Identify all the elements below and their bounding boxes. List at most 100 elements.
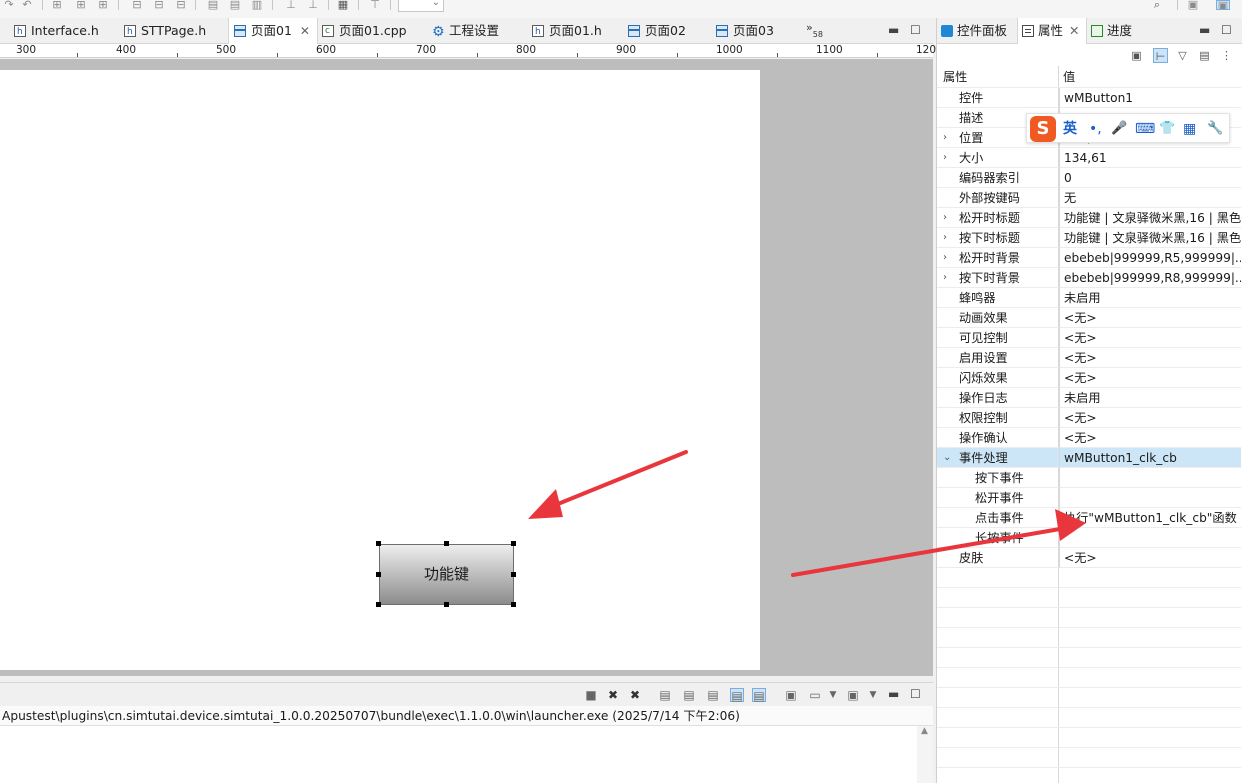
filter-icon[interactable]: ⊤ [368, 0, 382, 10]
pin-icon[interactable]: ▣ [1129, 48, 1144, 63]
property-value[interactable]: wMButton1_clk_cb [1059, 448, 1241, 468]
property-value[interactable]: <无> [1059, 548, 1241, 568]
tab-overflow[interactable]: »58 [806, 21, 823, 39]
resize-handle[interactable] [376, 602, 381, 607]
zoom-combo[interactable]: ⌄ [398, 0, 444, 12]
property-value[interactable]: 功能键 | 文泉驿微米黑,16 | 黑色 [1059, 228, 1241, 248]
new-console-icon[interactable]: ▣ [846, 688, 860, 702]
view-menu-icon[interactable]: ⋮ [1219, 48, 1234, 63]
align-center-icon[interactable]: ⊞ [74, 0, 88, 10]
scroll-lock-icon[interactable]: ▤ [682, 688, 696, 702]
property-value[interactable] [1059, 468, 1241, 488]
tab-project-settings[interactable]: ⚙ 工程设置 [432, 18, 528, 44]
property-value[interactable]: <无> [1059, 348, 1241, 368]
property-row[interactable]: 启用设置 <无> [937, 348, 1241, 368]
property-row[interactable]: 操作确认 <无> [937, 428, 1241, 448]
maximize-button[interactable]: ☐ [1221, 24, 1232, 36]
console-scrollbar[interactable]: ▲ [917, 726, 933, 783]
perspective-active-icon[interactable]: ▣ [1216, 0, 1230, 10]
resize-handle[interactable] [376, 572, 381, 577]
toolbox-icon[interactable]: ▦ [1183, 121, 1196, 137]
tab-page01[interactable]: 页面01 ✕ [228, 18, 318, 44]
display-console-icon[interactable]: ▭ [808, 688, 822, 702]
distribute-icon[interactable]: ⊟ [152, 0, 166, 10]
skin-icon[interactable]: 👕 [1159, 121, 1175, 137]
tools-icon[interactable]: 🔧 [1207, 121, 1223, 137]
property-value[interactable] [1059, 488, 1241, 508]
property-row[interactable]: 操作日志 未启用 [937, 388, 1241, 408]
microphone-icon[interactable]: 🎤 [1111, 121, 1127, 137]
show-stdout-icon[interactable]: ▤ [730, 688, 744, 703]
property-row[interactable]: 按下事件 [937, 468, 1241, 488]
property-row[interactable]: › 按下时背景 ebebeb|999999,R8,999999|... [937, 268, 1241, 288]
sogou-logo-icon[interactable]: S [1030, 116, 1056, 142]
property-row[interactable]: 编码器索引 0 [937, 168, 1241, 188]
maximize-button[interactable]: ☐ [910, 688, 921, 700]
chevron-down-icon[interactable]: ▼ [826, 688, 840, 702]
tab-page01-cpp[interactable]: 页面01.cpp [322, 18, 426, 44]
close-icon[interactable]: ✕ [1069, 23, 1079, 38]
property-row[interactable]: 皮肤 <无> [937, 548, 1241, 568]
pin-console-icon[interactable]: ▣ [784, 688, 798, 702]
distribute-icon[interactable]: ⊟ [174, 0, 188, 10]
tree-view-icon[interactable]: ⊢ [1153, 48, 1168, 63]
property-row[interactable]: 动画效果 <无> [937, 308, 1241, 328]
maximize-button[interactable]: ☐ [910, 24, 921, 36]
tab-progress[interactable]: 进度 [1091, 18, 1151, 44]
property-value[interactable]: <无> [1059, 328, 1241, 348]
property-value[interactable]: 未启用 [1059, 388, 1241, 408]
property-value[interactable]: 功能键 | 文泉驿微米黑,16 | 黑色 [1059, 208, 1241, 228]
property-row[interactable]: › 松开时标题 功能键 | 文泉驿微米黑,16 | 黑色 [937, 208, 1241, 228]
property-row[interactable]: › 大小 134,61 [937, 148, 1241, 168]
align-left-icon[interactable]: ⊞ [50, 0, 64, 10]
tab-properties[interactable]: 属性 ✕ [1017, 18, 1087, 44]
console-output[interactable] [0, 726, 933, 783]
property-value[interactable]: 134,61 [1059, 148, 1241, 168]
resize-handle[interactable] [511, 541, 516, 546]
property-value[interactable]: <无> [1059, 308, 1241, 328]
resize-handle[interactable] [511, 602, 516, 607]
grid-icon[interactable]: ▦ [336, 0, 350, 10]
minimize-button[interactable]: ▬ [888, 24, 899, 36]
tab-interface-h[interactable]: Interface.h [14, 18, 120, 45]
property-row[interactable]: 点击事件 执行"wMButton1_clk_cb"函数 [937, 508, 1241, 528]
property-row[interactable]: 外部按键码 无 [937, 188, 1241, 208]
property-value[interactable]: 0 [1059, 168, 1241, 188]
resize-handle[interactable] [444, 602, 449, 607]
layout-icon[interactable]: ▤ [206, 0, 220, 10]
property-value[interactable]: <无> [1059, 368, 1241, 388]
property-row[interactable]: 可见控制 <无> [937, 328, 1241, 348]
layout-icon[interactable]: ▥ [250, 0, 264, 10]
remove-all-icon[interactable]: ✖ [628, 688, 642, 702]
word-wrap-icon[interactable]: ▤ [706, 688, 720, 702]
property-value[interactable]: wMButton1 [1059, 88, 1241, 108]
wmbutton1-widget[interactable]: 功能键 [379, 544, 514, 605]
redo-icon[interactable]: ↷ [2, 0, 16, 10]
property-value[interactable]: 无 [1059, 188, 1241, 208]
perspective-icon[interactable]: ▣ [1186, 0, 1200, 10]
property-value[interactable] [1059, 528, 1241, 548]
property-row[interactable]: ⌄ 事件处理 wMButton1_clk_cb [937, 448, 1241, 468]
property-value[interactable]: ebebeb|999999,R8,999999|... [1059, 268, 1241, 288]
undo-icon[interactable]: ↶ [20, 0, 34, 10]
ime-toolbar[interactable]: S 英 •, 🎤 ⌨ 👕 ▦ 🔧 [1026, 113, 1230, 143]
property-row[interactable]: 控件 wMButton1 [937, 88, 1241, 108]
tab-page03[interactable]: 页面03 [716, 18, 796, 44]
property-row[interactable]: 蜂鸣器 未启用 [937, 288, 1241, 308]
property-row[interactable]: › 松开时背景 ebebeb|999999,R5,999999|... [937, 248, 1241, 268]
close-icon[interactable]: ✕ [300, 24, 310, 38]
property-value[interactable]: <无> [1059, 428, 1241, 448]
property-value[interactable]: 未启用 [1059, 288, 1241, 308]
tab-sttpage-h[interactable]: STTPage.h [124, 18, 228, 45]
terminate-icon[interactable]: ■ [584, 688, 598, 702]
minimize-button[interactable]: ▬ [888, 688, 899, 700]
layout-icon[interactable]: ⊥ [284, 0, 298, 10]
minimize-button[interactable]: ▬ [1199, 24, 1210, 36]
ime-language-icon[interactable]: 英 [1063, 121, 1077, 137]
resize-handle[interactable] [444, 541, 449, 546]
property-value[interactable]: 执行"wMButton1_clk_cb"函数 [1059, 508, 1241, 528]
distribute-icon[interactable]: ⊟ [130, 0, 144, 10]
property-row[interactable]: 权限控制 <无> [937, 408, 1241, 428]
property-row[interactable]: 松开事件 [937, 488, 1241, 508]
resize-handle[interactable] [376, 541, 381, 546]
